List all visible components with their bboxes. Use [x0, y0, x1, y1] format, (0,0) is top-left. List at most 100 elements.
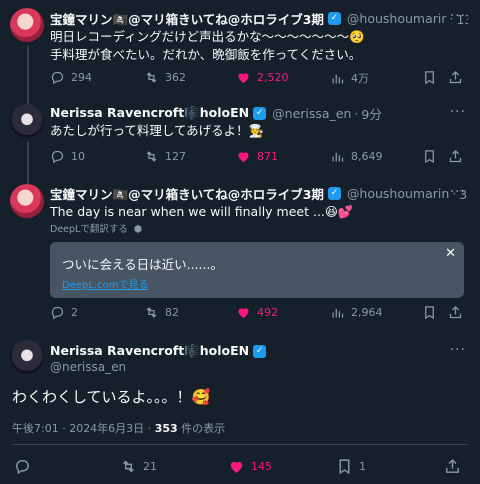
bookmark-button[interactable] [422, 149, 437, 164]
retweet-button[interactable]: 362 [144, 70, 186, 85]
reply-button[interactable]: 2 [50, 305, 78, 320]
reply-button[interactable] [14, 458, 31, 475]
separator-dot: · [354, 105, 359, 121]
tweet-2[interactable]: Nerissa Ravencroft🎼holoEN ✓ @nerissa_en … [0, 98, 480, 178]
reply-count: 294 [71, 71, 92, 84]
retweet-count: 127 [165, 150, 186, 163]
author-name[interactable]: Nerissa Ravencroft🎼holoEN [50, 105, 249, 121]
translation-box: ついに会える日は近い......。 DeepL.comで見る ✕ [50, 242, 464, 298]
verified-badge-icon: ✓ [253, 106, 267, 120]
bookmark-icon [425, 71, 434, 85]
tweet-time[interactable]: 9分 [361, 104, 381, 122]
author-name[interactable]: Nerissa Ravencroft🎼holoEN [50, 343, 249, 359]
like-count: 871 [257, 150, 278, 163]
retweet-icon [146, 72, 157, 83]
views-count: 4万 [351, 72, 369, 85]
retweet-button[interactable]: 82 [144, 305, 179, 320]
heart-filled-icon [230, 461, 243, 473]
close-icon[interactable]: ✕ [445, 246, 456, 261]
retweet-button[interactable]: 127 [144, 149, 186, 164]
share-button[interactable] [444, 458, 461, 475]
retweet-count: 21 [143, 460, 157, 473]
tweet-timestamp[interactable]: 午後7:01 · 2024年6月3日 · [12, 422, 155, 435]
views-label: 件の表示 [177, 422, 226, 435]
share-button[interactable] [448, 149, 463, 164]
verified-badge-icon: ✓ [327, 11, 341, 25]
tweet-text: あたしが行って料理してあげるよ！🧑‍🍳 [50, 123, 265, 138]
views-button[interactable]: 4万 [330, 70, 369, 86]
tweet-text: The day is near when we will finally mee… [50, 204, 354, 219]
tweet-text: わくわくしているよ。。。！🥰 [12, 388, 211, 406]
avatar[interactable] [10, 8, 44, 42]
heart-filled-icon [238, 152, 249, 163]
reply-count: 10 [71, 150, 85, 163]
author-handle[interactable]: @nerissa_en [50, 360, 126, 374]
deepl-translate-label: DeepLで翻訳する [50, 224, 128, 235]
avatar[interactable] [10, 340, 44, 374]
more-options-icon[interactable]: ··· [450, 104, 466, 120]
bookmark-button[interactable]: 1 [336, 458, 366, 475]
views-icon [332, 308, 344, 318]
avatar[interactable] [10, 184, 44, 218]
like-button[interactable]: 871 [236, 149, 278, 164]
verified-badge-icon: ✓ [327, 186, 341, 200]
more-options-icon[interactable]: ··· [450, 184, 466, 200]
views-icon [332, 74, 344, 83]
reply-count: 2 [71, 306, 78, 319]
like-count: 2,520 [257, 71, 289, 84]
bookmark-count: 1 [359, 460, 366, 473]
translation-text: ついに会える日は近い......。 [62, 257, 223, 272]
heart-filled-icon [238, 308, 249, 319]
author-name[interactable]: 宝鐘マリン🏴‍☠️@マリ箱きいてね@ホロライブ3期 [50, 9, 324, 27]
share-icon [446, 459, 459, 473]
main-tweet: Nerissa Ravencroft🎼holoEN ✓ @nerissa_en … [0, 330, 480, 484]
avatar[interactable] [10, 104, 44, 138]
share-button[interactable] [448, 70, 463, 85]
tweet-meta: 午後7:01 · 2024年6月3日 · 353 件の表示 [12, 420, 225, 436]
more-options-icon[interactable]: ··· [450, 8, 466, 24]
views-count: 8,649 [351, 150, 383, 163]
author-handle[interactable]: @nerissa_en [272, 106, 351, 121]
tweet-1[interactable]: 宝鐘マリン🏴‍☠️@マリ箱きいてね@ホロライブ3期 ✓ @houshoumari… [0, 0, 480, 98]
deepl-translate-link[interactable]: DeepLで翻訳する ⬢ [50, 221, 142, 235]
deepl-icon: ⬢ [133, 224, 143, 235]
views-button[interactable]: 2,964 [330, 305, 383, 320]
reply-icon [51, 150, 64, 164]
tweet-3[interactable]: 宝鐘マリン🏴‍☠️@マリ箱きいてね@ホロライブ3期 ✓ @houshoumari… [0, 178, 480, 330]
views-count: 2,964 [351, 306, 383, 319]
like-button[interactable]: 492 [236, 305, 278, 320]
reply-icon [51, 71, 64, 85]
more-options-icon[interactable]: ··· [450, 342, 466, 358]
reply-button[interactable]: 10 [50, 149, 85, 164]
retweet-button[interactable]: 21 [120, 458, 157, 475]
retweet-icon [146, 151, 157, 162]
bookmark-button[interactable] [422, 70, 437, 85]
like-button[interactable]: 2,520 [236, 70, 289, 85]
deepl-com-link[interactable]: DeepL.comで見る [62, 276, 148, 291]
heart-filled-icon [238, 73, 249, 84]
thread-line [27, 142, 29, 178]
views-count: 353 [154, 422, 178, 435]
retweet-count: 82 [165, 306, 179, 319]
like-button[interactable]: 145 [228, 458, 272, 475]
reply-button[interactable]: 294 [50, 70, 92, 85]
tweet-text: 明日レコーディングだけど声出るかな〜〜〜〜〜〜〜🥺 手料理が食べたい。だれか、晩… [50, 29, 365, 62]
bookmark-icon [339, 459, 350, 475]
verified-badge-icon: ✓ [253, 344, 267, 358]
divider [12, 444, 468, 445]
author-name[interactable]: 宝鐘マリン🏴‍☠️@マリ箱きいてね@ホロライブ3期 [50, 184, 324, 202]
share-button[interactable] [448, 305, 463, 320]
bookmark-icon [425, 150, 434, 164]
reply-icon [51, 306, 64, 320]
retweet-icon [146, 307, 157, 318]
views-icon [332, 152, 344, 162]
bookmark-icon [425, 306, 434, 320]
like-count: 145 [251, 460, 272, 473]
reply-icon [16, 460, 29, 475]
author-handle[interactable]: @houshoumarir [347, 11, 447, 26]
retweet-count: 362 [165, 71, 186, 84]
like-count: 492 [257, 306, 278, 319]
bookmark-button[interactable] [422, 305, 437, 320]
views-button[interactable]: 8,649 [330, 149, 383, 164]
author-handle[interactable]: @houshoumarin [347, 186, 449, 201]
